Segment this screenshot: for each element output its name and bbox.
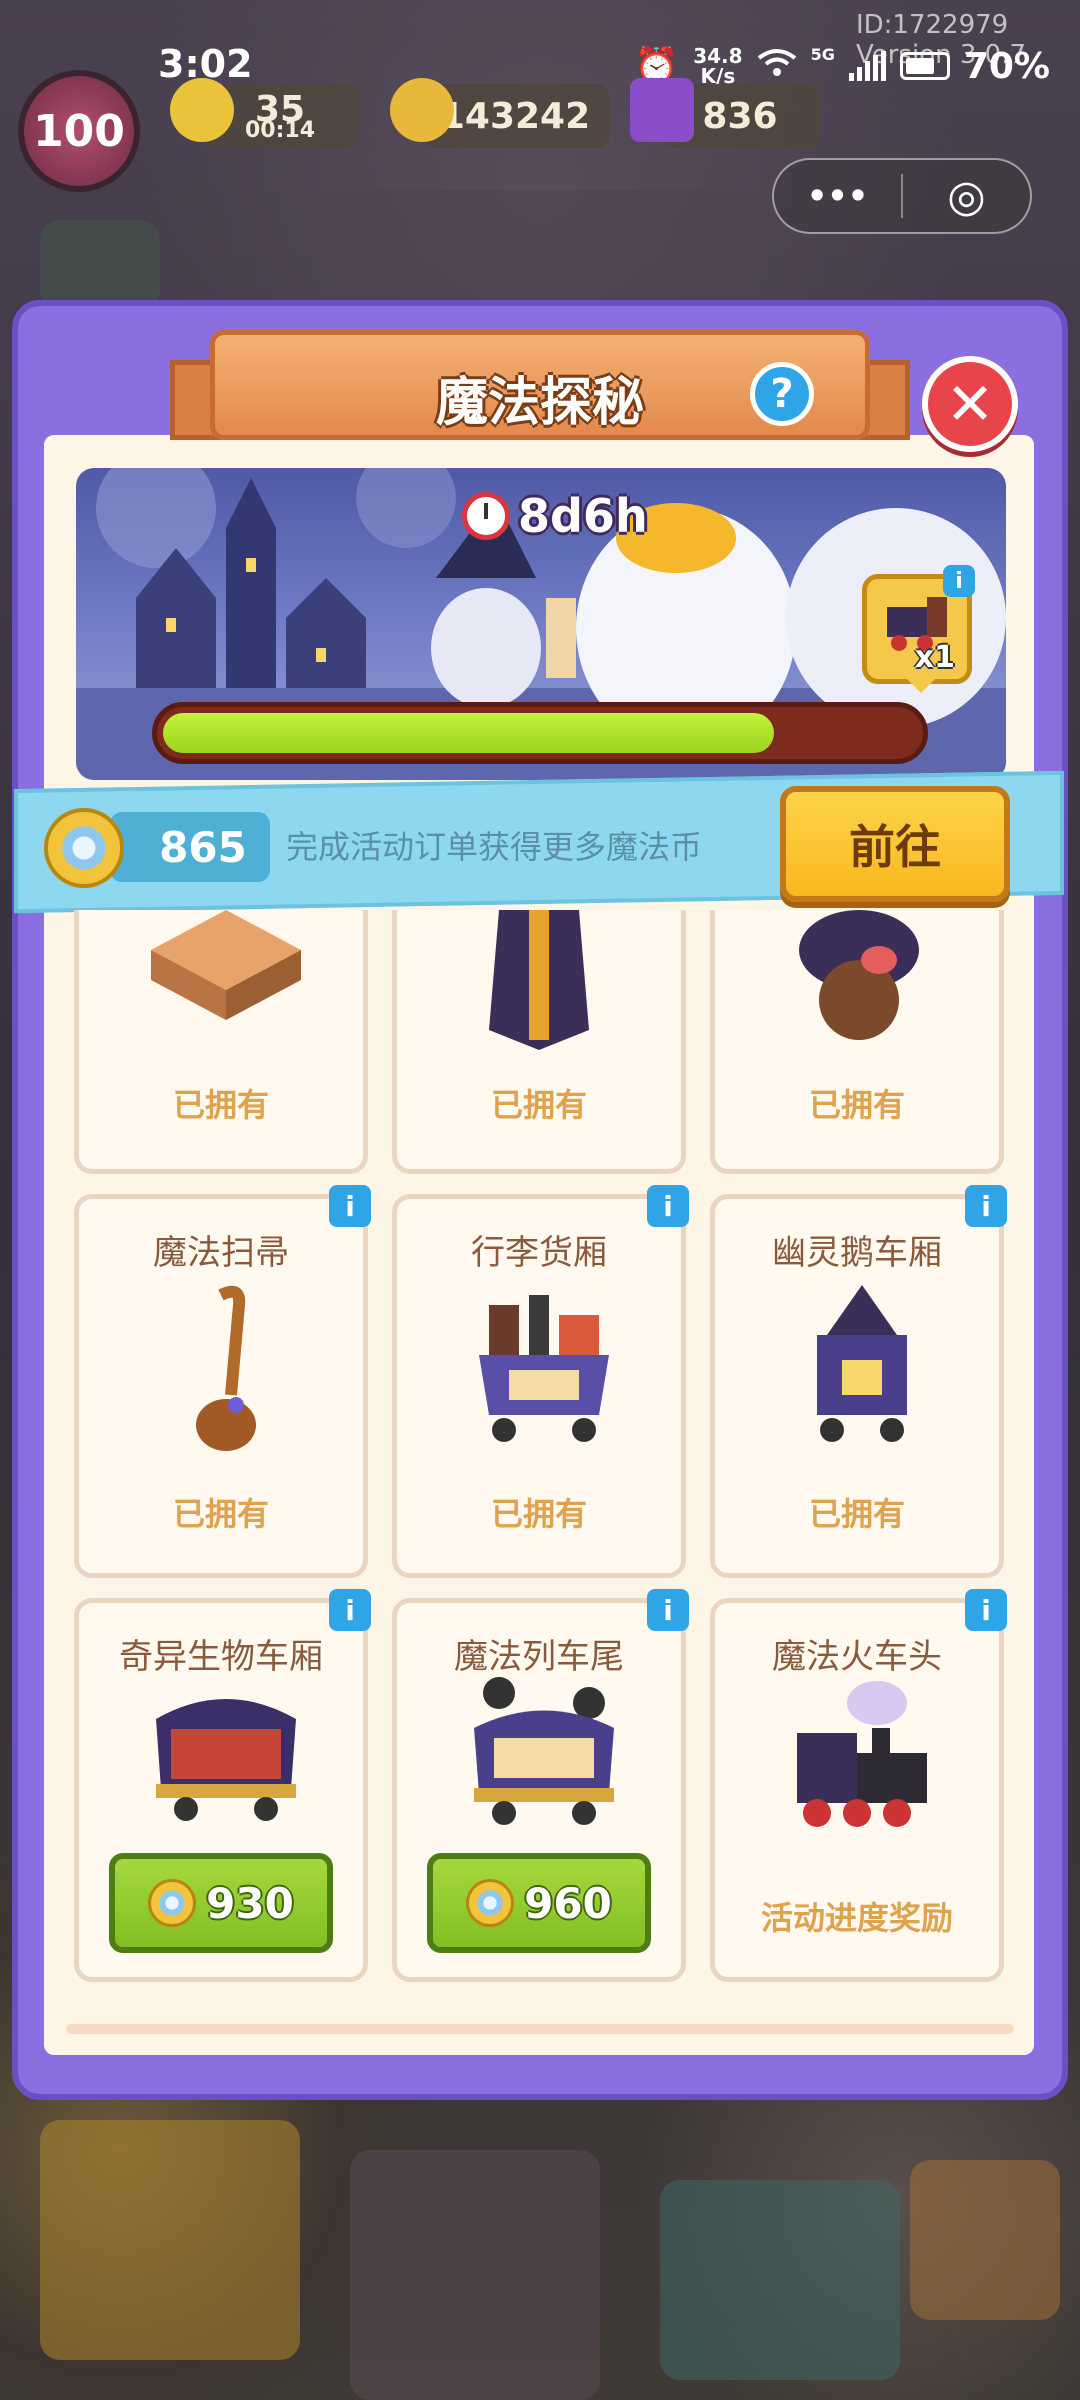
coin-counter[interactable]: 143242 <box>390 78 610 148</box>
info-icon[interactable]: i <box>329 1589 371 1631</box>
clock-icon <box>462 492 510 540</box>
item-name: 行李货厢 <box>471 1233 607 1273</box>
net-speed: 34.8 K/s <box>693 46 742 86</box>
close-button[interactable]: ✕ <box>922 356 1018 452</box>
background-decor <box>40 220 160 310</box>
item-name: 幽灵鹅车厢 <box>772 1233 942 1273</box>
more-icon: ••• <box>806 177 869 215</box>
item-status: 已拥有 <box>172 1086 269 1124</box>
buy-button[interactable]: 930 <box>109 1853 333 1953</box>
net-speed-value: 34.8 <box>693 44 743 68</box>
item-name: 魔法扫帚 <box>153 1233 289 1273</box>
go-button[interactable]: 前往 <box>780 786 1010 902</box>
buy-button[interactable]: 960 <box>427 1853 651 1953</box>
creature-car-icon <box>156 1699 296 1821</box>
gem-counter[interactable]: 836 <box>630 78 820 148</box>
help-button[interactable]: ? <box>750 362 814 426</box>
energy-timer: 00:14 <box>244 118 316 143</box>
item-card-ghost-goose-car[interactable]: 幽灵鹅车厢 i 已拥有 <box>710 1185 1007 1578</box>
info-glyph: i <box>955 568 963 594</box>
background-decor <box>350 2150 600 2400</box>
gem-icon <box>630 78 694 142</box>
info-glyph: i <box>981 1593 991 1627</box>
item-name: 魔法列车尾 <box>454 1637 624 1677</box>
magic-coin-amount: 865 <box>159 822 247 872</box>
info-icon[interactable]: i <box>647 1185 689 1227</box>
item-price: 930 <box>206 1878 294 1928</box>
item-card-locomotive[interactable]: 魔法火车头 i 活动进度奖励 <box>710 1589 1007 1982</box>
signal-icon <box>848 51 886 81</box>
net-speed-unit: K/s <box>700 64 736 88</box>
info-icon[interactable]: i <box>647 1589 689 1631</box>
gold-coin-icon <box>390 78 454 142</box>
info-icon[interactable]: i <box>943 565 975 597</box>
status-indicators: ⏰ 34.8 K/s 5G 70% <box>634 45 1050 87</box>
list-bottom-edge <box>66 2024 1014 2034</box>
item-card-train-tail[interactable]: 魔法列车尾 i 960 <box>392 1589 689 1982</box>
wizard-robe-icon <box>489 910 589 1050</box>
battery-icon <box>899 52 950 80</box>
magic-broom-icon <box>196 1285 256 1451</box>
build-id: ID:1722979 <box>855 10 1009 40</box>
progress-reward-label: 活动进度奖励 <box>760 1899 953 1937</box>
more-options-button[interactable]: ••• <box>774 160 901 232</box>
item-name: 魔法火车头 <box>772 1637 942 1677</box>
locomotive-icon <box>797 1681 927 1827</box>
close-icon: ✕ <box>945 370 995 438</box>
magic-coin-icon <box>44 808 124 888</box>
miniapp-capsule: ••• ◎ <box>772 158 1032 234</box>
target-icon: ◎ <box>947 170 986 222</box>
info-glyph: i <box>345 1189 355 1223</box>
gem-value: 836 <box>702 95 778 137</box>
item-price: 960 <box>524 1878 612 1928</box>
info-glyph: i <box>345 1593 355 1627</box>
train-tail-car-icon <box>474 1677 614 1825</box>
currency-hint: 完成活动订单获得更多魔法币 <box>286 828 703 866</box>
player-level: 100 <box>33 105 125 157</box>
ghost-goose-car-icon <box>817 1285 907 1442</box>
waffle-tile-icon <box>151 910 301 1020</box>
info-icon[interactable]: i <box>329 1185 371 1227</box>
background-decor <box>40 2120 300 2360</box>
item-card-creature-car[interactable]: 奇异生物车厢 i 930 <box>74 1589 371 1982</box>
magic-coin-balance: 865 <box>110 812 270 882</box>
item-name: 奇异生物车厢 <box>119 1637 323 1677</box>
item-status: 已拥有 <box>172 1495 269 1533</box>
item-card-robe[interactable]: 已拥有 <box>392 910 686 1174</box>
wifi-icon <box>757 46 797 87</box>
question-icon: ? <box>770 371 794 417</box>
item-status: 已拥有 <box>490 1086 587 1124</box>
luggage-car-icon <box>479 1295 609 1442</box>
info-glyph: i <box>981 1189 991 1223</box>
signal-label: 5G <box>810 45 835 64</box>
item-status: 已拥有 <box>808 1495 905 1533</box>
magic-coin-icon <box>466 1879 515 1927</box>
background-decor <box>660 2180 900 2380</box>
info-icon[interactable]: i <box>965 1185 1007 1227</box>
event-timer: 8d6h <box>462 488 648 544</box>
reward-count: x1 <box>914 640 955 675</box>
creature-statue-icon <box>799 910 919 1040</box>
info-icon[interactable]: i <box>965 1589 1007 1631</box>
event-progress-bar <box>152 702 928 764</box>
item-status: 已拥有 <box>490 1495 587 1533</box>
item-card-broom[interactable]: 魔法扫帚 i 已拥有 <box>74 1185 371 1578</box>
exit-miniapp-button[interactable]: ◎ <box>903 160 1030 232</box>
item-status: 已拥有 <box>808 1086 905 1124</box>
event-timer-value: 8d6h <box>518 489 648 543</box>
player-level-badge[interactable]: 100 <box>18 70 140 192</box>
info-glyph: i <box>663 1593 673 1627</box>
item-card-luggage-car[interactable]: 行李货厢 i 已拥有 <box>392 1185 689 1578</box>
item-card-waffle[interactable]: 已拥有 <box>74 910 368 1174</box>
progress-reward-bubble[interactable]: i x1 <box>862 565 975 693</box>
battery-level: 70% <box>963 45 1050 87</box>
background-decor <box>910 2160 1060 2320</box>
background-decor <box>330 190 750 300</box>
coin-value: 143242 <box>439 95 591 137</box>
energy-counter[interactable]: 35 00:14 <box>170 78 360 148</box>
magic-coin-icon <box>148 1879 197 1927</box>
item-card-creature[interactable]: 已拥有 <box>710 910 1004 1174</box>
info-glyph: i <box>663 1189 673 1223</box>
event-progress-fill <box>163 713 774 753</box>
